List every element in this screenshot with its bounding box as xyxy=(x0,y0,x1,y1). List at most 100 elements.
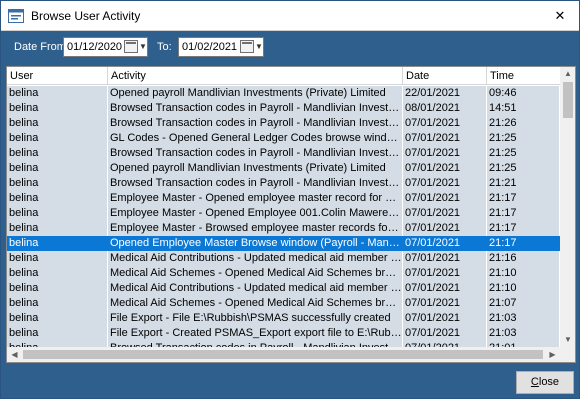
cell-activity: Medical Aid Schemes - Opened Medical Aid… xyxy=(108,296,403,311)
cell-user: belina xyxy=(7,281,108,296)
title-bar: Browse User Activity ✕ xyxy=(1,1,579,31)
cell-activity: Medical Aid Contributions - Updated medi… xyxy=(110,281,403,296)
cell-activity: Employee Master - Opened Employee 001.Co… xyxy=(110,206,403,221)
cell-date: 07/01/2021 xyxy=(403,266,487,281)
cell-date: 07/01/2021 xyxy=(403,146,487,161)
vertical-scroll-thumb[interactable] xyxy=(563,82,573,118)
cell-activity: Opened payroll Mandlivian Investments (P… xyxy=(108,161,403,176)
cell-user: belina xyxy=(7,116,108,131)
table-row-selected[interactable]: belina Opened Employee Master Browse wind… xyxy=(7,236,560,251)
window-title: Browse User Activity xyxy=(31,9,141,23)
close-button[interactable]: Close xyxy=(516,371,574,394)
date-filter-bar: Date From: 01/12/2020 ▼ To: 01/02/2021 ▼ xyxy=(1,31,579,63)
cell-time: 21:25 xyxy=(487,131,560,146)
browse-user-activity-window: Browse User Activity ✕ Date From: 01/12/… xyxy=(0,0,580,399)
table-row[interactable]: belina Opened payroll Mandlivian Investme… xyxy=(7,86,560,101)
table-row[interactable]: belina Medical Aid Schemes - Opened Medic… xyxy=(7,296,560,311)
horizontal-scrollbar[interactable]: ◀ ▶ xyxy=(7,347,560,362)
cell-user: belina xyxy=(7,176,108,191)
cell-time: 21:03 xyxy=(487,326,560,341)
date-to-label: To: xyxy=(157,41,172,53)
cell-date: 08/01/2021 xyxy=(403,101,487,116)
scrollbar-corner xyxy=(560,347,575,362)
cell-date: 07/01/2021 xyxy=(403,236,487,251)
cell-activity: File Export - Created PSMAS_Export expor… xyxy=(108,326,403,341)
cell-time: 21:03 xyxy=(487,311,560,326)
cell-activity: Browsed Transaction codes in Payroll - M… xyxy=(110,116,403,131)
vertical-scrollbar[interactable]: ▲ ▼ xyxy=(560,67,575,347)
cell-time: 21:16 xyxy=(487,251,560,266)
cell-date: 07/01/2021 xyxy=(403,191,487,206)
cell-time: 21:17 xyxy=(487,221,560,236)
cell-date: 07/01/2021 xyxy=(403,206,487,221)
cell-activity: File Export - File E:\Rubbish\PSMAS succ… xyxy=(108,311,403,326)
chevron-down-icon[interactable]: ▼ xyxy=(138,40,148,54)
cell-user: belina xyxy=(7,191,108,206)
cell-date: 22/01/2021 xyxy=(403,86,487,101)
cell-date: 07/01/2021 xyxy=(403,251,487,266)
table-row[interactable]: belina Medical Aid Schemes - Opened Medic… xyxy=(7,266,560,281)
scroll-left-arrow-icon[interactable]: ◀ xyxy=(7,347,22,362)
horizontal-scroll-thumb[interactable] xyxy=(23,350,543,359)
cell-time: 21:17 xyxy=(487,236,560,251)
cell-user: belina xyxy=(7,146,108,161)
close-button-label: lose xyxy=(538,376,560,388)
activity-table[interactable]: User Activity Date Time belina Opened pay… xyxy=(6,66,576,363)
table-row[interactable]: belina Medical Aid Contributions - Update… xyxy=(7,281,560,296)
cell-time: 21:21 xyxy=(487,176,560,191)
column-header-date[interactable]: Date xyxy=(403,67,487,85)
date-from-value: 01/12/2020 xyxy=(67,41,123,53)
cell-date: 07/01/2021 xyxy=(403,221,487,236)
cell-user: belina xyxy=(7,236,108,251)
scroll-right-arrow-icon[interactable]: ▶ xyxy=(545,347,560,362)
date-from-picker[interactable]: 01/12/2020 ▼ xyxy=(63,37,148,57)
date-from-label: Date From: xyxy=(14,41,70,53)
table-row[interactable]: belinaBrowsed Transaction codes in Payro… xyxy=(7,101,560,116)
close-window-icon[interactable]: ✕ xyxy=(545,4,575,28)
cell-user: belina xyxy=(7,311,108,326)
calendar-icon[interactable] xyxy=(240,40,254,53)
date-to-picker[interactable]: 01/02/2021 ▼ xyxy=(178,37,264,57)
cell-activity: Browsed Transaction codes in Payroll - M… xyxy=(110,101,403,116)
table-row[interactable]: belina Employee Master - Opened Employee … xyxy=(7,206,560,221)
cell-date: 07/01/2021 xyxy=(403,281,487,296)
cell-user: belina xyxy=(7,161,108,176)
cell-user: belina xyxy=(7,221,108,236)
table-header: User Activity Date Time xyxy=(7,67,560,85)
cell-activity: Browsed Transaction codes in Payroll - M… xyxy=(110,146,403,161)
cell-user: belina xyxy=(7,326,108,341)
table-row[interactable]: belina File Export - Created PSMAS_Export… xyxy=(7,326,560,341)
cell-time: 21:07 xyxy=(487,296,560,311)
cell-date: 07/01/2021 xyxy=(403,311,487,326)
date-to-value: 01/02/2021 xyxy=(182,41,238,53)
table-row[interactable]: belinaBrowsed Transaction codes in Payro… xyxy=(7,176,560,191)
cell-user: belina xyxy=(7,266,108,281)
cell-date: 07/01/2021 xyxy=(403,116,487,131)
cell-time: 21:25 xyxy=(487,161,560,176)
table-row[interactable]: belinaBrowsed Transaction codes in Payro… xyxy=(7,116,560,131)
table-row[interactable]: belinaBrowsed Transaction codes in Payro… xyxy=(7,146,560,161)
cell-time: 21:26 xyxy=(487,116,560,131)
column-header-time[interactable]: Time xyxy=(487,67,560,85)
scroll-down-arrow-icon[interactable]: ▼ xyxy=(560,333,575,347)
cell-user: belina xyxy=(7,131,108,146)
cell-time: 21:17 xyxy=(487,206,560,221)
cell-activity: Employee Master - Browsed employee maste… xyxy=(108,221,403,236)
column-header-user[interactable]: User xyxy=(7,67,108,85)
table-row[interactable]: belina Medical Aid Contributions - Update… xyxy=(7,251,560,266)
scroll-up-arrow-icon[interactable]: ▲ xyxy=(560,67,575,81)
cell-activity: Browsed Transaction codes in Payroll - M… xyxy=(110,176,403,191)
close-button-accelerator: C xyxy=(530,376,539,388)
table-row[interactable]: belina Employee Master - Browsed employee… xyxy=(7,221,560,236)
cell-date: 07/01/2021 xyxy=(403,326,487,341)
cell-activity: Opened payroll Mandlivian Investments (P… xyxy=(108,86,403,101)
table-row[interactable]: belina File Export - File E:\Rubbish\PSMA… xyxy=(7,311,560,326)
table-row[interactable]: belina GL Codes - Opened General Ledger C… xyxy=(7,131,560,146)
chevron-down-icon[interactable]: ▼ xyxy=(254,40,264,54)
cell-time: 21:10 xyxy=(487,281,560,296)
column-header-activity[interactable]: Activity xyxy=(108,67,403,85)
table-row[interactable]: belina Opened payroll Mandlivian Investme… xyxy=(7,161,560,176)
cell-time: 14:51 xyxy=(487,101,560,116)
table-row[interactable]: belina Employee Master - Opened employee … xyxy=(7,191,560,206)
calendar-icon[interactable] xyxy=(124,40,138,53)
